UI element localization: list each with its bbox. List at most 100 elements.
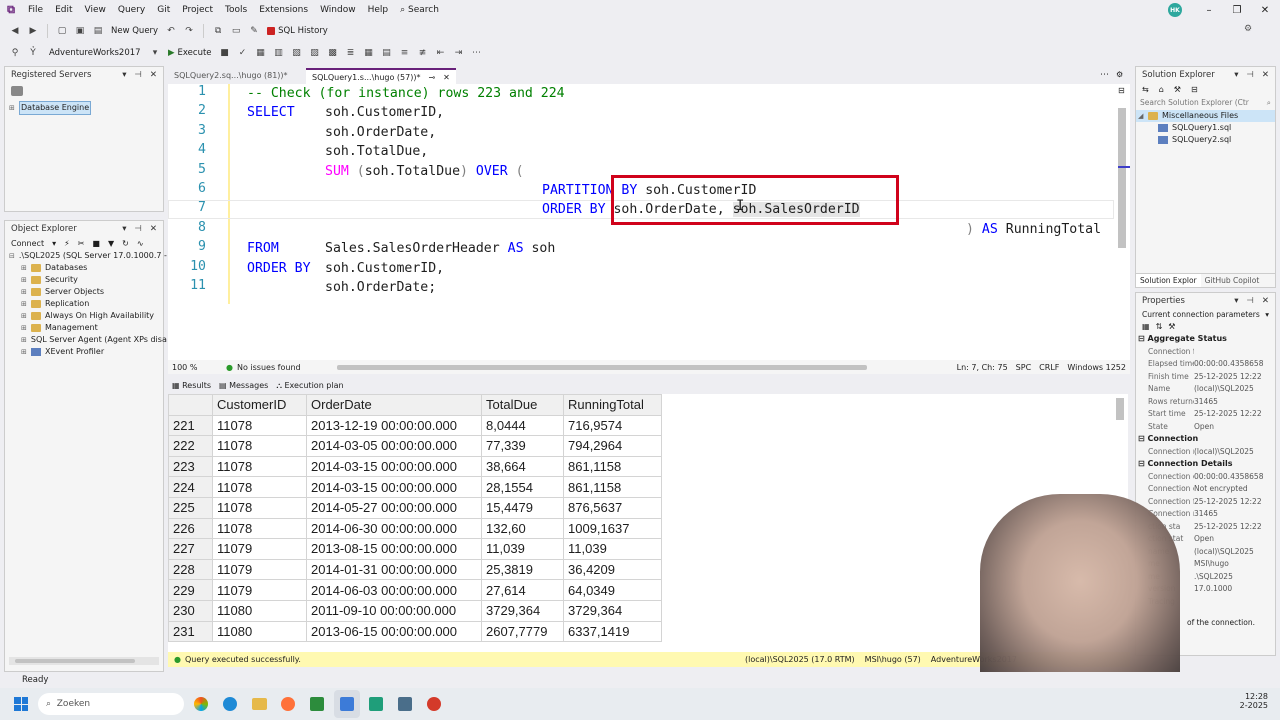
sql-history-button[interactable]: SQL History (265, 26, 330, 36)
edge-icon[interactable] (223, 697, 237, 711)
property-row[interactable]: Connection encNot encrypted (1136, 483, 1275, 496)
menu-view[interactable]: View (79, 0, 112, 20)
property-row[interactable]: Name (local)\SQL2025 (1136, 383, 1275, 396)
chevron-down-icon[interactable]: ▾ (52, 239, 56, 248)
expand-icon[interactable]: ⊞ (21, 334, 27, 346)
corner-cell[interactable] (168, 394, 213, 416)
collapse-icon[interactable]: ◢ (1138, 110, 1148, 122)
row-number[interactable]: 225 (168, 496, 213, 519)
tree-item-sqlquery1[interactable]: SQLQuery1.sql (1136, 122, 1275, 134)
dropdown-icon[interactable]: ▾ (1234, 296, 1238, 306)
table-cell[interactable]: 2014-06-03 00:00:00.000 (306, 579, 482, 601)
tab-solution-explorer[interactable]: Solution Explor (1136, 274, 1201, 287)
table-cell[interactable]: 11079 (212, 579, 307, 601)
new-file-icon[interactable]: ▢ (55, 24, 69, 38)
close-icon[interactable]: ✕ (443, 73, 450, 82)
server-type-icon[interactable] (11, 86, 23, 96)
table-cell[interactable]: 11078 (212, 496, 307, 519)
pin-icon[interactable]: ⊣ (1246, 70, 1253, 80)
prop-category[interactable]: ⊟ Connection Details (1136, 458, 1275, 471)
disconnect-icon[interactable]: ✂ (78, 239, 85, 248)
results-file-icon[interactable]: ▤ (380, 46, 394, 60)
property-row[interactable]: Connection ela00:00:00.4358658 (1136, 471, 1275, 484)
solution-search-input[interactable]: Search Solution Explorer (Ctr (1140, 98, 1249, 108)
column-header[interactable]: TotalDue (481, 394, 564, 416)
tree-item-sql-agent[interactable]: ⊞ SQL Server Agent (Agent XPs disa (5, 334, 167, 346)
menu-tools[interactable]: Tools (219, 0, 253, 20)
table-cell[interactable]: 25,3819 (481, 558, 564, 581)
table-row[interactable]: 222 11078 2014-03-05 00:00:00.000 77,339 794… (168, 435, 662, 457)
save-icon[interactable]: ▣ (73, 24, 87, 38)
tree-item-database-engine[interactable]: ⊞ Database Engine (5, 101, 163, 115)
property-row[interactable]: Connection fail (1136, 346, 1275, 359)
restore-icon[interactable]: ❐ (1222, 0, 1252, 20)
dropdown-icon[interactable]: ▾ (122, 70, 126, 80)
client-stats-icon[interactable]: ▩ (326, 46, 340, 60)
save-all-icon[interactable]: ▤ (91, 24, 105, 38)
connect-icon[interactable]: ⚲ (8, 46, 22, 60)
execute-button[interactable]: ▶ Execute (166, 48, 214, 58)
horizontal-scrollbar[interactable] (336, 364, 867, 370)
copy-icon[interactable]: ⧉ (211, 24, 225, 38)
table-cell[interactable]: 6337,1419 (563, 620, 662, 643)
ssms-taskbar-active[interactable] (334, 690, 360, 718)
forward-icon[interactable]: ▶ (26, 24, 40, 38)
app-icon[interactable] (369, 697, 383, 711)
property-row[interactable]: Connection fini25-12-2025 12:22 (1136, 496, 1275, 509)
tree-item-misc-files[interactable]: ◢ Miscellaneous Files (1136, 110, 1275, 122)
app-icon[interactable] (427, 697, 441, 711)
live-stats-icon[interactable]: ▨ (308, 46, 322, 60)
more-icon[interactable]: ⋯ (470, 46, 484, 60)
property-pages-icon[interactable]: ⚒ (1168, 322, 1175, 331)
row-number[interactable]: 227 (168, 538, 213, 560)
tab-messages[interactable]: ▤ Messages (219, 381, 268, 390)
tree-item-always-on[interactable]: ⊞ Always On High Availability (5, 310, 163, 322)
pin-icon[interactable]: ⊣ (134, 70, 141, 80)
table-cell[interactable]: 2014-03-05 00:00:00.000 (306, 435, 482, 457)
table-cell[interactable]: 2014-05-27 00:00:00.000 (306, 496, 482, 519)
comment-icon[interactable]: ≡ (398, 46, 412, 60)
row-number[interactable]: 229 (168, 579, 213, 601)
table-cell[interactable]: 77,339 (481, 435, 564, 457)
minimize-icon[interactable]: – (1194, 0, 1224, 20)
results-scrollbar-thumb[interactable] (1116, 398, 1124, 420)
table-cell[interactable]: 36,4209 (563, 558, 662, 581)
stop-icon[interactable]: ■ (92, 239, 100, 248)
property-row[interactable]: Connection nar(local)\SQL2025 (1136, 446, 1275, 459)
table-cell[interactable]: 11078 (212, 455, 307, 478)
file-explorer-icon[interactable] (252, 698, 267, 710)
vertical-scrollbar-thumb[interactable] (1118, 108, 1126, 248)
results-text-icon[interactable]: ≣ (344, 46, 358, 60)
table-cell[interactable]: 11078 (212, 517, 307, 540)
display-plan-icon[interactable]: ▦ (254, 46, 268, 60)
table-row[interactable]: 229 11079 2014-06-03 00:00:00.000 27,614 64,… (168, 579, 662, 601)
table-row[interactable]: 228 11079 2014-01-31 00:00:00.000 25,3819 36… (168, 558, 662, 581)
expand-icon[interactable]: ⊞ (21, 346, 31, 358)
row-number[interactable]: 222 (168, 435, 213, 457)
close-icon[interactable]: ✕ (1262, 70, 1269, 80)
decrease-indent-icon[interactable]: ⇤ (434, 46, 448, 60)
column-header[interactable]: CustomerID (212, 394, 307, 416)
paste-icon[interactable]: ▭ (229, 24, 243, 38)
menu-help[interactable]: Help (362, 0, 395, 20)
table-cell[interactable]: 8,0444 (481, 414, 564, 437)
tab-results[interactable]: ▦ Results (172, 381, 211, 390)
row-number[interactable]: 228 (168, 558, 213, 581)
parse-icon[interactable]: ✓ (236, 46, 250, 60)
menu-window[interactable]: Window (314, 0, 362, 20)
tab-github-copilot[interactable]: GitHub Copilot (1201, 274, 1264, 287)
close-icon[interactable]: ✕ (1262, 296, 1269, 306)
expand-icon[interactable]: ⊞ (21, 298, 31, 310)
tree-item-server-objects[interactable]: ⊞ Server Objects (5, 286, 163, 298)
firefox-icon[interactable] (281, 697, 295, 711)
table-cell[interactable]: 28,1554 (481, 476, 564, 498)
wrench-icon[interactable]: ⚒ (1174, 85, 1181, 94)
dropdown-icon[interactable]: ▾ (1234, 70, 1238, 80)
table-row[interactable]: 223 11078 2014-03-15 00:00:00.000 38,664 861… (168, 455, 662, 478)
table-cell[interactable]: 3729,364 (481, 599, 564, 622)
new-query-button[interactable]: New Query (109, 26, 160, 36)
prop-category[interactable]: ⊟ Connection (1136, 433, 1275, 446)
close-icon[interactable]: ✕ (150, 70, 157, 80)
table-cell[interactable]: 2014-06-30 00:00:00.000 (306, 517, 482, 540)
table-cell[interactable]: 11080 (212, 620, 307, 643)
